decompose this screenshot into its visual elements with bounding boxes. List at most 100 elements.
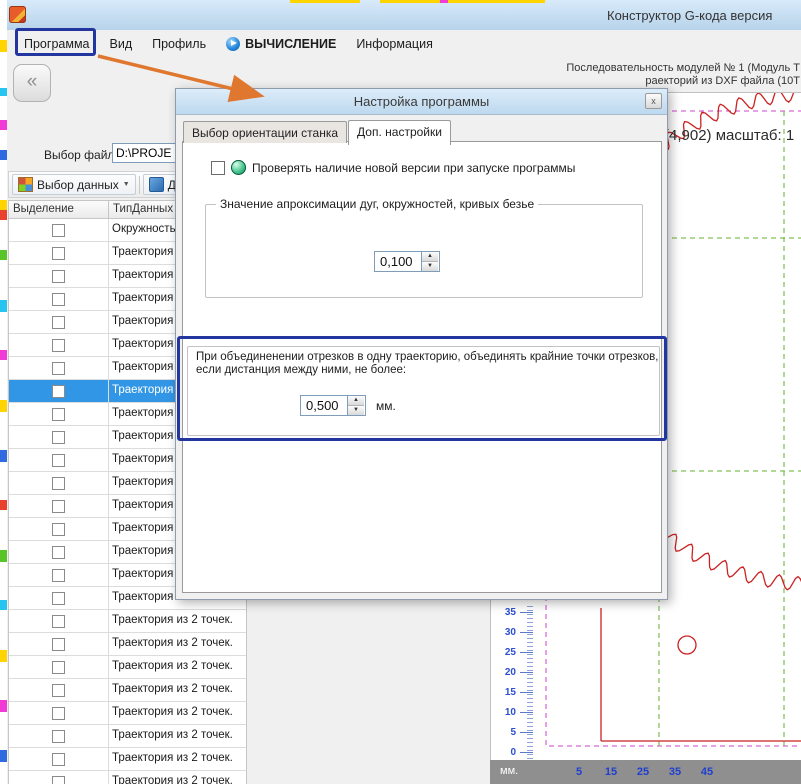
screen-edge-artifact-left [0, 0, 7, 784]
spin-down-button[interactable]: ▼ [348, 406, 364, 415]
toolbar-separator [138, 175, 140, 194]
vertical-ruler-label: 5 [510, 727, 516, 738]
approximation-spinner-buttons: ▲ ▼ [421, 252, 438, 271]
join-segments-text-line2: если дистанция между ними, не более: [196, 364, 407, 376]
table-row[interactable]: Траектория из 2 точек. [9, 679, 246, 702]
menu-item-1[interactable]: Вид [100, 32, 143, 56]
row-selection-cell [9, 403, 109, 425]
row-type-label: Траектория из 2 точек. [112, 660, 233, 672]
row-checkbox[interactable] [52, 361, 65, 375]
dialog-title-bar[interactable]: Настройка программы [176, 89, 667, 115]
spin-up-button[interactable]: ▲ [348, 396, 364, 406]
row-checkbox[interactable] [52, 223, 65, 237]
spin-down-button[interactable]: ▼ [422, 262, 438, 271]
units-label: мм. [500, 765, 519, 777]
row-checkbox[interactable] [52, 384, 65, 398]
row-selection-cell [9, 633, 109, 655]
row-checkbox[interactable] [52, 453, 65, 467]
menu-item-0[interactable]: Программа [14, 32, 100, 56]
dialog-tab-content: Проверять наличие новой версии при запус… [182, 141, 662, 593]
row-checkbox[interactable] [52, 522, 65, 536]
table-row[interactable]: Траектория из 2 точек. [9, 771, 246, 784]
data-select-button[interactable]: Выбор данных ▼ [12, 174, 136, 195]
vertical-ruler-label: 35 [504, 607, 516, 618]
row-checkbox[interactable] [52, 752, 65, 766]
chevron-down-icon: ▼ [122, 181, 130, 188]
row-selection-cell [9, 219, 109, 241]
bottom-ruler-label: 15 [604, 766, 618, 778]
menu-item-label: Профиль [152, 36, 207, 51]
row-checkbox[interactable] [52, 338, 65, 352]
bottom-ruler-label: 35 [668, 766, 682, 778]
table-row[interactable]: Траектория из 2 точек. [9, 633, 246, 656]
row-checkbox[interactable] [52, 269, 65, 283]
row-checkbox[interactable] [52, 683, 65, 697]
row-checkbox[interactable] [52, 568, 65, 582]
dialog-tabs: Выбор ориентации станка Доп. настройки [183, 120, 452, 145]
table-row[interactable]: Траектория из 2 точек. [9, 748, 246, 771]
approximation-spinner: 0,100 ▲ ▼ [374, 251, 440, 272]
row-checkbox[interactable] [52, 430, 65, 444]
row-selection-cell [9, 771, 109, 784]
settings-dialog: Настройка программы x Выбор ориентации с… [175, 88, 668, 600]
row-checkbox[interactable] [52, 246, 65, 260]
row-selection-cell [9, 334, 109, 356]
row-type-label: Траектория из 2 точек. [112, 752, 233, 764]
row-selection-cell [9, 518, 109, 540]
row-type-label: Траектория из 2 точек. [112, 775, 233, 784]
row-selection-cell [9, 564, 109, 586]
row-checkbox[interactable] [52, 476, 65, 490]
hole-circle [677, 635, 697, 655]
row-checkbox[interactable] [52, 407, 65, 421]
join-distance-unit: мм. [376, 399, 396, 413]
join-spinner-buttons: ▲ ▼ [347, 396, 364, 415]
dialog-tab-0[interactable]: Выбор ориентации станка [183, 121, 348, 143]
approximation-value[interactable]: 0,100 [375, 252, 421, 271]
vertical-ruler-label: 20 [504, 667, 516, 678]
actions-icon [148, 177, 164, 192]
row-selection-cell [9, 679, 109, 701]
double-left-arrow-icon: « [26, 71, 38, 92]
table-row[interactable]: Траектория из 2 точек. [9, 702, 246, 725]
row-checkbox[interactable] [52, 591, 65, 605]
menu-item-2[interactable]: Профиль [142, 32, 216, 56]
window-title: Конструктор G-кода версия [607, 8, 773, 23]
menu-item-label: Программа [24, 36, 90, 51]
row-selection-cell [9, 541, 109, 563]
menu-item-3[interactable]: ВЫЧИСЛЕНИЕ [216, 32, 346, 56]
row-checkbox[interactable] [52, 729, 65, 743]
dialog-close-button[interactable]: x [645, 93, 662, 109]
row-type-label: Траектория из 2 точек. [112, 614, 233, 626]
join-distance-value[interactable]: 0,500 [301, 396, 347, 415]
row-checkbox[interactable] [52, 706, 65, 720]
collapse-panel-button[interactable]: « [13, 64, 51, 102]
row-type-label: Траектория из 2 точек. [112, 729, 233, 741]
row-selection-cell [9, 472, 109, 494]
table-row[interactable]: Траектория из 2 точек. [9, 725, 246, 748]
row-checkbox[interactable] [52, 315, 65, 329]
table-row[interactable]: Траектория из 2 точек. [9, 610, 246, 633]
menu-item-4[interactable]: Информация [346, 32, 443, 56]
row-checkbox[interactable] [52, 545, 65, 559]
spin-up-button[interactable]: ▲ [422, 252, 438, 262]
menu-item-label: Вид [109, 36, 133, 51]
row-checkbox[interactable] [52, 775, 65, 784]
row-checkbox[interactable] [52, 292, 65, 306]
row-selection-cell [9, 265, 109, 287]
row-type-label: Траектория из 2 точек. [112, 683, 233, 695]
row-checkbox[interactable] [52, 660, 65, 674]
row-checkbox[interactable] [52, 637, 65, 651]
app-icon [9, 6, 26, 23]
table-row[interactable]: Траектория из 2 точек. [9, 656, 246, 679]
table-header-selection[interactable]: Выделение [9, 201, 109, 218]
play-icon [226, 36, 241, 51]
update-check-checkbox[interactable] [211, 160, 225, 175]
bottom-ruler-label: 45 [700, 766, 714, 778]
row-checkbox[interactable] [52, 614, 65, 628]
row-selection-cell [9, 610, 109, 632]
row-checkbox[interactable] [52, 499, 65, 513]
sequence-info-line1: Последовательность модулей № 1 (Модуль Т [566, 62, 800, 74]
vertical-ruler-label: 10 [504, 707, 516, 718]
dialog-tab-1[interactable]: Доп. настройки [348, 120, 451, 145]
row-selection-cell [9, 288, 109, 310]
